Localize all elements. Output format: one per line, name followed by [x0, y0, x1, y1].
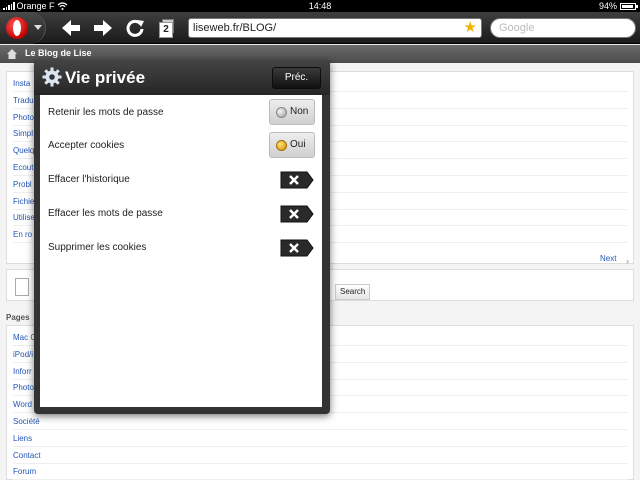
- browser-toolbar: 2 liseweb.fr/BLOG/ ★ Google: [0, 12, 640, 44]
- setting-row: Accepter cookies Oui: [40, 129, 322, 163]
- close-icon: [280, 205, 314, 223]
- toggle-state-label: Oui: [290, 139, 306, 151]
- next-link[interactable]: Next: [600, 254, 616, 263]
- close-icon: [280, 171, 314, 189]
- popup-body: Retenir les mots de passe Non Accepter coo…: [40, 95, 322, 407]
- status-bar: Orange F 14:48 94%: [0, 0, 640, 12]
- search-input[interactable]: Google: [490, 18, 636, 38]
- close-icon: [280, 239, 314, 257]
- setting-label: Effacer les mots de passe: [48, 207, 163, 219]
- toggle-state-label: Non: [290, 105, 309, 117]
- opera-menu-button[interactable]: [0, 12, 46, 44]
- page-search-button[interactable]: Search: [335, 284, 371, 300]
- arrow-left-icon: [62, 20, 80, 36]
- page-link[interactable]: Forum: [13, 463, 628, 480]
- clear-button[interactable]: [280, 239, 314, 257]
- setting-label: Effacer l'historique: [48, 174, 130, 186]
- toggle-off-icon: [276, 106, 287, 118]
- setting-toggle[interactable]: Oui: [269, 132, 315, 159]
- toggle-on-icon: [276, 140, 287, 152]
- setting-toggle[interactable]: Non: [269, 98, 315, 125]
- pages-heading: Pages: [6, 313, 30, 322]
- gear-icon: [42, 67, 62, 87]
- setting-row: Effacer les mots de passe: [40, 197, 322, 231]
- page-search-input[interactable]: [15, 278, 29, 296]
- setting-label: Retenir les mots de passe: [48, 106, 164, 118]
- setting-row: Effacer l'historique: [40, 163, 322, 197]
- reload-button[interactable]: [124, 18, 146, 38]
- page-link[interactable]: Liens: [13, 430, 628, 447]
- arrow-right-icon: [94, 20, 112, 36]
- setting-row: Supprimer les cookies: [40, 231, 322, 265]
- back-button[interactable]: [60, 18, 82, 38]
- clear-button[interactable]: [280, 171, 314, 189]
- chevron-right-icon: ›: [626, 256, 629, 266]
- popup-title: Vie privée: [65, 68, 146, 87]
- clear-button[interactable]: [280, 205, 314, 223]
- privacy-popup: Vie privée Préc. Retenir les mots de pas…: [34, 60, 330, 414]
- status-right: 94%: [598, 1, 638, 11]
- address-text: liseweb.fr/BLOG/: [193, 22, 277, 34]
- tab-count: 2: [159, 22, 173, 38]
- page-link[interactable]: Société: [13, 413, 628, 430]
- tabs-button[interactable]: 2: [157, 19, 175, 39]
- address-bar[interactable]: liseweb.fr/BLOG/ ★: [188, 18, 482, 38]
- home-icon[interactable]: [6, 48, 18, 60]
- forward-button[interactable]: [92, 18, 114, 38]
- page-link[interactable]: Contact: [13, 447, 628, 464]
- setting-label: Accepter cookies: [48, 140, 125, 152]
- search-placeholder: Google: [499, 22, 535, 34]
- popup-header: Vie privée Préc.: [34, 60, 330, 95]
- status-time: 14:48: [308, 1, 332, 11]
- bookmark-star-icon[interactable]: ★: [464, 20, 477, 36]
- battery-percent: 94%: [598, 1, 617, 11]
- previous-button[interactable]: Préc.: [272, 67, 321, 89]
- opera-logo-icon: [6, 17, 28, 39]
- reload-icon: [126, 19, 144, 37]
- setting-label: Supprimer les cookies: [48, 241, 147, 253]
- battery-icon: [620, 2, 638, 10]
- setting-row: Retenir les mots de passe Non: [40, 96, 322, 130]
- battery-fill: [622, 4, 634, 8]
- chevron-down-icon: [34, 25, 42, 30]
- tab-title[interactable]: Le Blog de Lise: [25, 48, 92, 58]
